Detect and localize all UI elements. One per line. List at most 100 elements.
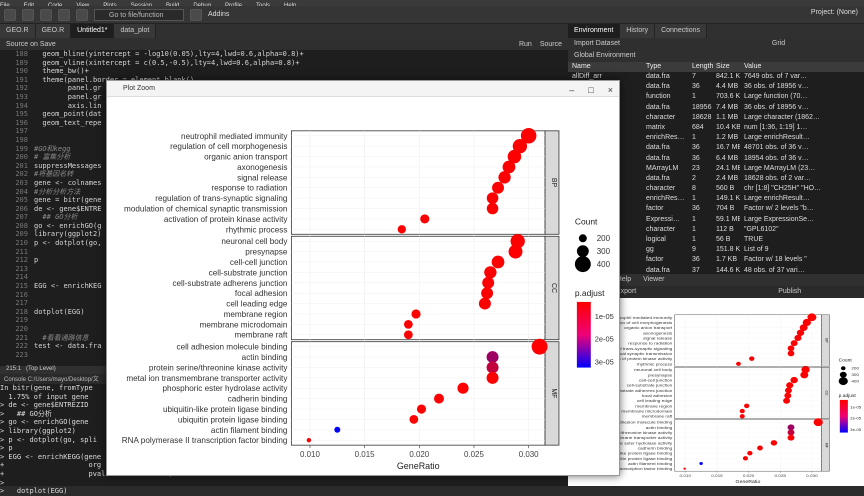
env-cell: 1.7 KB	[716, 256, 738, 264]
project-menu[interactable]: Project: (None)	[811, 9, 858, 16]
addins-menu[interactable]: Addins	[208, 11, 229, 18]
env-cell: character	[646, 225, 676, 233]
env-column-header[interactable]: Value	[740, 62, 864, 72]
env-cell: 112 B	[716, 225, 734, 233]
data-point	[409, 415, 419, 424]
term-label: neutrophil mediated immunity	[181, 132, 288, 141]
data-point	[787, 424, 795, 431]
env-cell: logical	[646, 236, 666, 243]
publish-button[interactable]: Publish	[778, 288, 801, 295]
source-on-save-checkbox[interactable]: Source on Save	[6, 41, 56, 48]
goto-file-input[interactable]: Go to file/function	[94, 8, 184, 21]
env-column-header[interactable]: Name	[568, 62, 642, 72]
x-tick-label: 0.030	[806, 473, 818, 478]
editor-tab[interactable]: GEO.R	[35, 24, 72, 38]
source-button[interactable]: Source	[540, 41, 562, 48]
line-number: 193	[15, 92, 28, 101]
data-point	[434, 393, 444, 404]
padj-colorbar	[839, 399, 848, 433]
term-label: membrane raft	[642, 414, 673, 419]
env-cell: chr [1:8] "CH25H" "HO…	[744, 185, 822, 193]
env-cell: 18956	[692, 103, 712, 111]
env-cell: Large function (70…	[744, 93, 808, 101]
facet-label: CC	[550, 283, 557, 293]
grid-view-button[interactable]: Grid	[772, 40, 785, 47]
code-text: p	[34, 256, 39, 265]
editor-tabs: GEO.R GEO.R Untitled1* data_plot	[0, 24, 568, 38]
facet-label: BP	[550, 178, 557, 188]
env-cell: num [1:36, 1:19] 1…	[744, 123, 808, 131]
env-cell: 149.1 KB	[716, 195, 740, 203]
line-number: 194	[15, 101, 28, 110]
code-text: geom_point(dat	[34, 110, 102, 119]
data-point	[484, 266, 497, 279]
term-label: regulation of trans-synaptic signaling	[155, 194, 287, 203]
global-env-select[interactable]: Global Environment	[574, 52, 635, 59]
plots-tab[interactable]: Viewer	[637, 274, 670, 286]
env-cell: Large MArrayLM (23…	[744, 164, 816, 172]
env-column-header[interactable]: Size	[712, 62, 740, 72]
close-icon[interactable]: ×	[608, 82, 613, 98]
x-tick-label: 0.010	[680, 473, 692, 478]
run-button[interactable]: Run	[519, 41, 532, 48]
env-cell: data.fra	[646, 73, 670, 80]
code-text: panel.gr	[34, 92, 102, 101]
env-cell: 684	[692, 123, 704, 131]
x-tick-label: 0.025	[774, 473, 786, 478]
env-cell: enrichRes…	[646, 134, 685, 142]
env-column-header[interactable]: Type	[642, 62, 688, 72]
dotplot-chart: BPneutrophil mediated immunityregulation…	[122, 128, 614, 471]
line-number: 205	[15, 196, 28, 205]
data-point	[787, 350, 795, 357]
editor-tab[interactable]: GEO.R	[0, 24, 36, 38]
env-cell: 1	[692, 195, 696, 203]
editor-tab[interactable]: data_plot	[114, 24, 157, 38]
code-text: geom_text_repe	[34, 118, 102, 127]
editor-tab[interactable]: Untitled1*	[71, 24, 115, 38]
x-axis-title: GeneRatio	[736, 479, 761, 485]
count-legend-label: 300	[597, 247, 611, 256]
data-point	[457, 382, 469, 394]
env-cell: 842.1 KB	[716, 73, 740, 80]
scope-indicator[interactable]: (Top Level)	[26, 366, 56, 372]
padj-legend-title: p.adjust	[839, 393, 857, 398]
padj-colorbar	[576, 301, 591, 368]
code-text: suppressMessages	[34, 161, 102, 170]
environment-tab[interactable]: Connections	[655, 24, 707, 38]
import-dataset-button[interactable]: Import Dataset	[574, 40, 620, 47]
maximize-icon[interactable]: □	[588, 82, 593, 98]
environment-tab[interactable]: History	[620, 24, 656, 38]
code-text: #分析分析方法	[34, 187, 85, 196]
term-label: protein serine/threonine kinase activity	[149, 363, 288, 372]
env-cell: 36 obs. of 18956 v…	[744, 103, 809, 111]
new-file-icon[interactable]	[4, 8, 16, 21]
line-number: 212	[15, 256, 28, 265]
count-legend-title: Count	[575, 216, 598, 226]
padj-legend-label: 3e-05	[595, 358, 614, 367]
minimize-icon[interactable]: –	[569, 82, 574, 98]
data-point	[334, 426, 341, 433]
code-text: geom_vline(xintercept = c(0.5,-0.5),lty=…	[34, 58, 300, 67]
x-tick-label: 0.020	[409, 450, 429, 459]
count-legend-dot	[576, 245, 589, 258]
env-cell: 7649 obs. of 7 var…	[744, 73, 808, 80]
term-label: phosphoric ester hydrolase activity	[163, 384, 289, 393]
data-point	[416, 404, 427, 414]
term-label: actin filament binding	[211, 426, 287, 435]
code-text: test <- data.fra	[34, 342, 102, 351]
term-label: regulation of cell morphogenesis	[170, 142, 287, 151]
grid-icon[interactable]	[190, 8, 202, 21]
print-icon[interactable]	[76, 8, 88, 21]
code-text: p <- dotplot(go,	[34, 239, 102, 248]
environment-tab[interactable]: Environment	[568, 24, 621, 38]
x-tick-label: 0.010	[300, 450, 320, 459]
data-point	[785, 387, 792, 394]
padj-legend-label: 2e-05	[595, 335, 614, 344]
open-project-icon[interactable]	[22, 8, 34, 21]
env-column-header[interactable]: Length	[688, 62, 713, 72]
data-point	[531, 338, 548, 355]
env-cell: List of 9	[744, 246, 769, 254]
save-all-icon[interactable]	[58, 8, 70, 21]
save-icon[interactable]	[40, 8, 52, 21]
env-cell: 10.4 KB	[716, 123, 740, 131]
